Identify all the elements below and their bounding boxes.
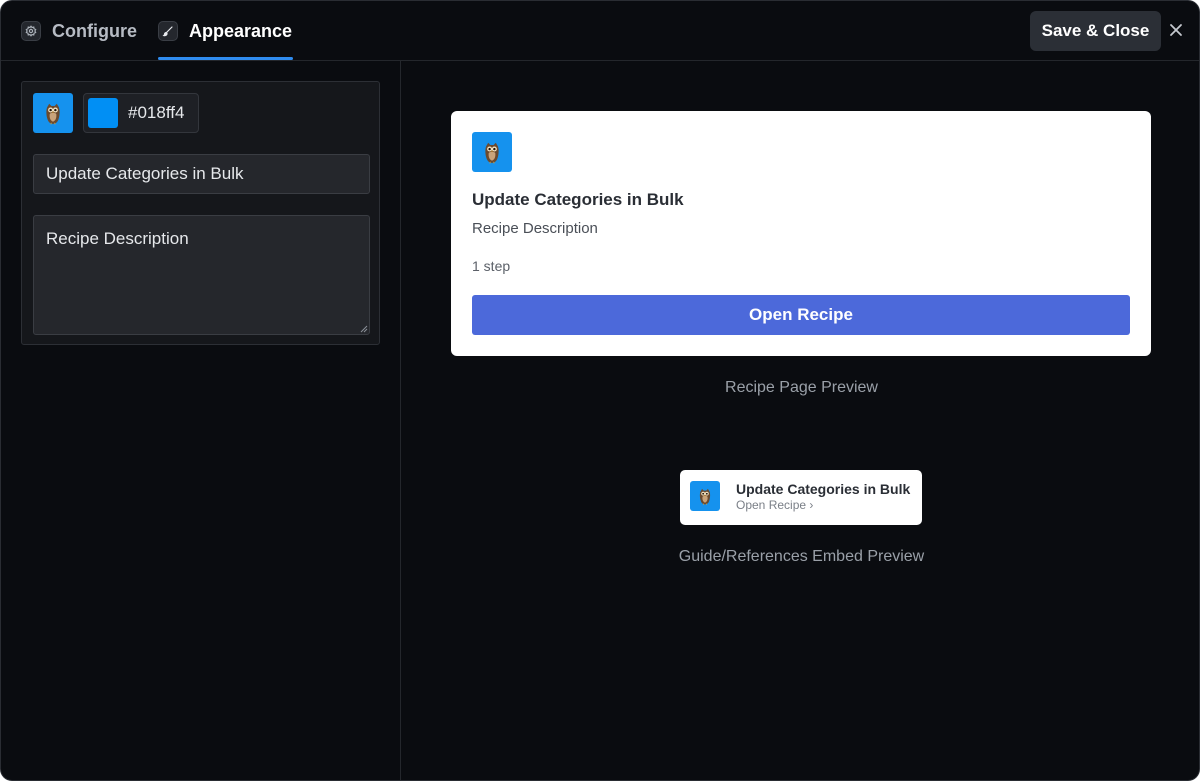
appearance-form-panel: #018ff4 Recipe Description [1,61,401,780]
recipe-preview-title: Update Categories in Bulk [472,190,684,209]
owl-icon [695,486,715,506]
appearance-form: #018ff4 Recipe Description [21,81,380,345]
preview-panel: Update Categories in Bulk Recipe Descrip… [402,61,1199,780]
embed-preview-title: Update Categories in Bulk [736,481,911,497]
save-and-close-button[interactable]: Save & Close [1030,11,1161,51]
recipe-settings-modal: Configure Appearance Save & Close #018ff… [0,0,1200,781]
chevron-right-icon: › [809,498,814,512]
color-picker-field[interactable]: #018ff4 [83,93,199,133]
recipe-icon [472,132,512,172]
active-tab-indicator [158,57,293,60]
embed-icon [690,481,720,511]
recipe-page-preview-card: Update Categories in Bulk Recipe Descrip… [451,111,1151,356]
recipe-preview-step-count: 1 step [472,258,511,274]
owl-icon [40,100,66,126]
color-hex-value: #018ff4 [128,103,185,122]
resize-grip-icon[interactable] [358,323,368,333]
recipe-preview-description: Recipe Description [472,220,598,237]
tab-configure[interactable]: Configure [21,1,137,61]
brush-icon [158,21,178,41]
embed-preview-card[interactable]: Update Categories in Bulk Open Recipe › [680,470,922,525]
embed-preview-caption: Guide/References Embed Preview [678,548,925,565]
recipe-page-preview-caption: Recipe Page Preview [725,379,878,396]
embed-open-recipe-label: Open Recipe [736,498,807,512]
tab-configure-label: Configure [52,20,137,41]
gear-icon [21,21,41,41]
color-swatch[interactable] [88,98,118,128]
open-recipe-button[interactable]: Open Recipe [472,295,1130,335]
recipe-title-input[interactable] [33,154,370,194]
tab-appearance-label: Appearance [189,20,293,41]
icon-picker-button[interactable] [33,93,73,133]
recipe-description-textarea[interactable]: Recipe Description [33,215,370,335]
close-icon[interactable] [1165,19,1187,41]
owl-icon [479,139,505,165]
modal-header: Configure Appearance Save & Close [1,1,1199,61]
embed-open-recipe-link[interactable]: Open Recipe › [736,498,813,512]
tab-appearance[interactable]: Appearance [158,1,292,61]
